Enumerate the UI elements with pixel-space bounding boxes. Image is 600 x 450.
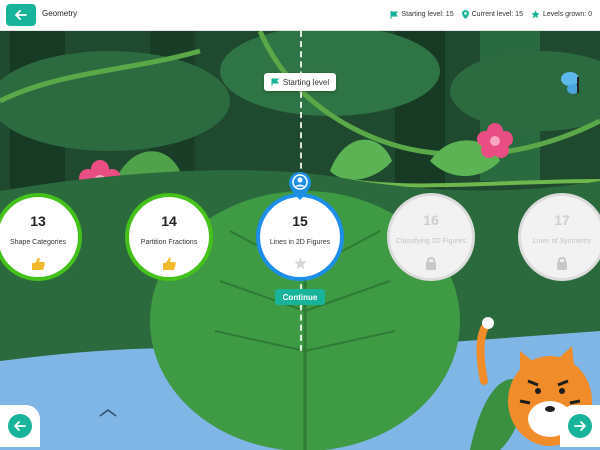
current-level-pin xyxy=(289,172,311,205)
thumbs-up-icon xyxy=(32,257,45,270)
levels-grown-text: Levels grown: 0 xyxy=(542,11,592,18)
level-card-16: 16 Classifying 2D Figures xyxy=(387,193,475,281)
star-outline-icon xyxy=(293,257,307,269)
starting-level-marker-label: Starting level xyxy=(282,77,330,87)
star-icon xyxy=(531,10,540,19)
top-bar: Geometry Starting level: 15 Current leve… xyxy=(0,0,600,31)
location-pin-icon xyxy=(461,10,469,19)
arrow-left-icon xyxy=(15,10,27,20)
level-name: Lines in 2D Figures xyxy=(269,239,331,246)
level-number: 14 xyxy=(161,213,177,229)
lock-icon xyxy=(426,257,436,270)
continue-button[interactable]: Continue xyxy=(275,289,325,305)
arrow-right-icon xyxy=(574,421,586,431)
page-title: Geometry xyxy=(42,9,78,18)
level-name: Partition Fractions xyxy=(140,239,198,246)
level-number: 15 xyxy=(292,213,308,229)
level-stats: Starting level: 15 Current level: 15 Lev… xyxy=(390,10,592,19)
previous-button-circle xyxy=(8,414,32,438)
current-level-text: Current level: 15 xyxy=(471,11,523,18)
location-pin-icon xyxy=(289,172,311,200)
level-name: Classifying 2D Figures xyxy=(395,238,467,245)
level-number: 17 xyxy=(554,212,570,228)
starting-level-stat: Starting level: 15 xyxy=(390,10,454,19)
lock-icon xyxy=(557,257,567,270)
level-card-14[interactable]: 14 Partition Fractions xyxy=(125,193,213,281)
level-number: 13 xyxy=(30,213,46,229)
current-level-stat: Current level: 15 xyxy=(461,10,523,19)
flag-icon xyxy=(390,10,399,19)
starting-level-marker: Starting level xyxy=(264,73,336,91)
starting-level-text: Starting level: 15 xyxy=(401,11,454,18)
level-name: Shape Categories xyxy=(9,239,67,246)
arrow-left-icon xyxy=(14,421,26,431)
level-card-17: 17 Lines of Symmetry xyxy=(518,193,600,281)
next-button-circle xyxy=(568,414,592,438)
next-button[interactable] xyxy=(560,405,600,447)
level-card-13[interactable]: 13 Shape Categories xyxy=(0,193,82,281)
level-number: 16 xyxy=(423,212,439,228)
levels-grown-stat: Levels grown: 0 xyxy=(531,10,592,19)
thumbs-up-icon xyxy=(163,257,176,270)
flag-icon xyxy=(271,78,279,86)
previous-button[interactable] xyxy=(0,405,40,447)
level-card-15[interactable]: 15 Lines in 2D Figures xyxy=(256,193,344,281)
level-name: Lines of Symmetry xyxy=(533,238,591,245)
back-button[interactable] xyxy=(6,4,36,26)
